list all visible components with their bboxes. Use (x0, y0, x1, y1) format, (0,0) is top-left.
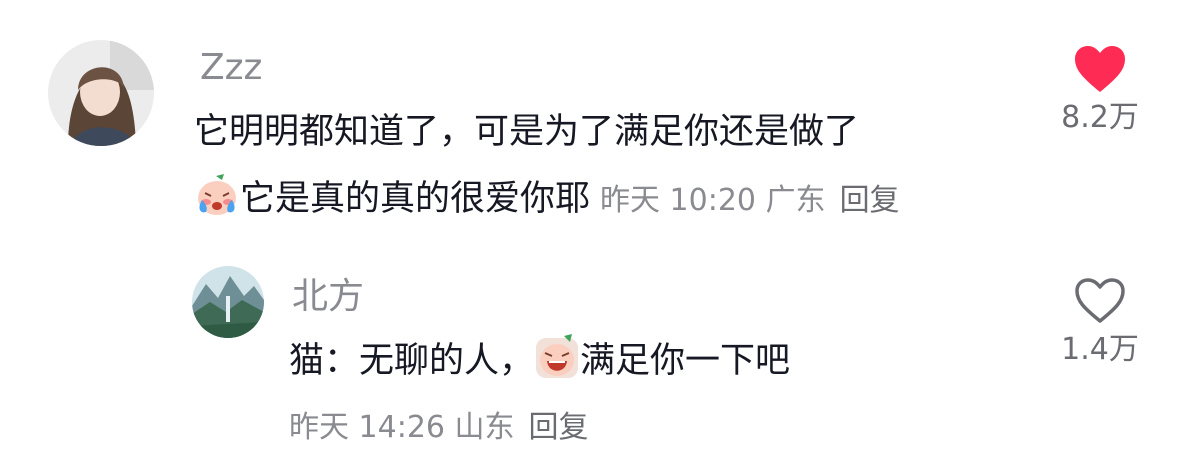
reply-button[interactable]: 回复 (840, 183, 900, 218)
crying-face-emoji (194, 172, 240, 218)
comment-location: 山东 (454, 410, 515, 445)
comment-text-before-emoji: 猫：无聊的人， (289, 341, 535, 381)
comment-text-after-emoji: 满足你一下吧 (580, 341, 791, 381)
comment-text: 猫：无聊的人， 满足你一下吧 (289, 330, 790, 392)
comment-time: 昨天 14:26 (289, 410, 445, 445)
comment-location: 广东 (765, 183, 826, 218)
like-button[interactable]: 8.2万 (1050, 44, 1150, 136)
laughing-face-emoji (534, 334, 580, 380)
comment-text-line-2: 它是真的真的很爱你耶 昨天 10:20 广东 回复 (194, 168, 900, 232)
comment-text-continued: 它是真的真的很爱你耶 (240, 179, 591, 219)
like-button[interactable]: 1.4万 (1050, 276, 1150, 368)
avatar[interactable] (48, 40, 154, 146)
avatar[interactable] (192, 266, 264, 338)
like-count: 1.4万 (1061, 332, 1139, 367)
comment-text-line-1: 它明明都知道了，可是为了满足你还是做了 (194, 112, 860, 152)
heart-filled-icon (1075, 46, 1125, 92)
reply-button[interactable]: 回复 (529, 410, 589, 445)
comment-username[interactable]: Zzz (200, 48, 262, 88)
comment-username[interactable]: 北方 (292, 277, 364, 317)
comment-time: 昨天 10:20 (600, 183, 757, 218)
heart-outline-icon (1075, 278, 1125, 323)
like-count: 8.2万 (1061, 100, 1139, 135)
